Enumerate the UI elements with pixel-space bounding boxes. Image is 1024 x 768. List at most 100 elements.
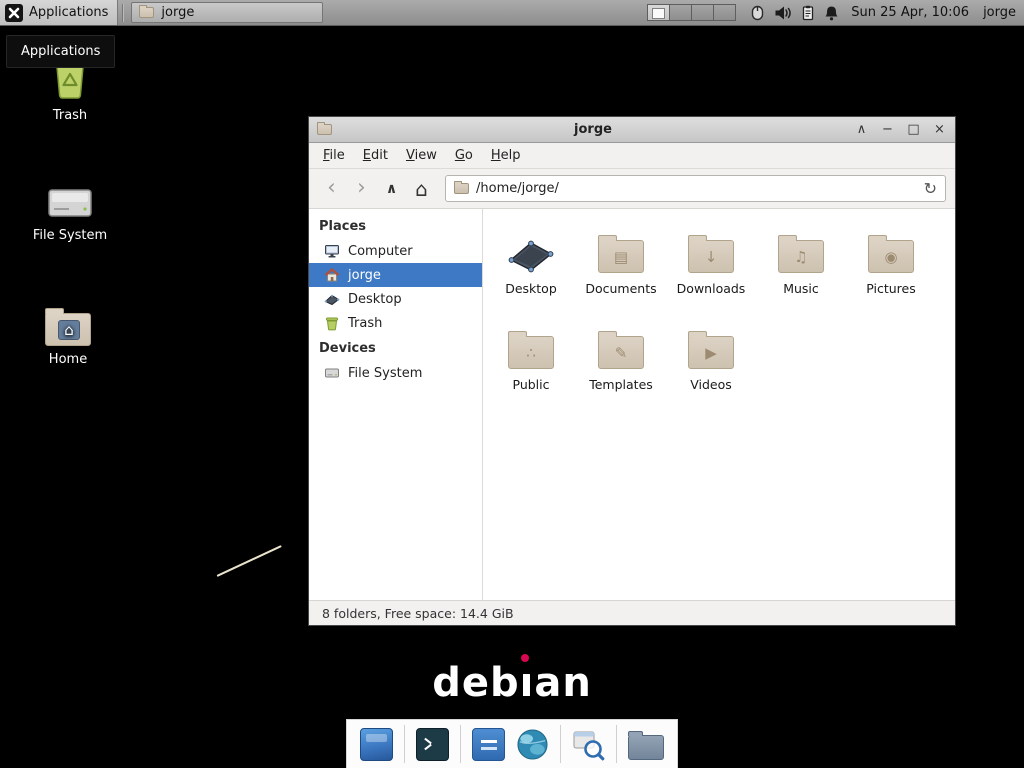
downloads-emblem-icon: ↓ <box>689 241 733 272</box>
videos-emblem-icon: ▶ <box>689 337 733 368</box>
panel-separator <box>122 4 123 22</box>
panel-clock[interactable]: Sun 25 Apr, 10:06 <box>851 5 969 20</box>
file-item-videos[interactable]: ▶ Videos <box>668 317 754 392</box>
dock-separator <box>560 725 561 763</box>
brand-text: an <box>534 660 591 706</box>
sidebar-header-devices: Devices <box>309 335 482 361</box>
menu-view[interactable]: View <box>397 145 446 166</box>
settings-launcher-icon[interactable] <box>472 728 505 761</box>
window-folder-icon <box>317 124 332 135</box>
sidebar-item-filesystem[interactable]: File System <box>309 361 482 385</box>
menu-go[interactable]: Go <box>446 145 482 166</box>
file-item-pictures[interactable]: ◉ Pictures <box>848 221 934 296</box>
window-body: Places Computer jorge <box>309 209 955 600</box>
trash-icon <box>324 315 340 331</box>
back-button[interactable]: ‹ <box>318 175 345 202</box>
location-input[interactable] <box>476 181 917 196</box>
workspace-3[interactable] <box>691 4 714 21</box>
statusbar: 8 folders, Free space: 14.4 GiB <box>309 600 955 625</box>
file-item-label: Videos <box>690 377 732 392</box>
window-titlebar[interactable]: jorge ∧ − □ × <box>309 117 955 143</box>
sidebar-item-label: jorge <box>348 268 381 283</box>
templates-emblem-icon: ✎ <box>599 337 643 368</box>
file-item-templates[interactable]: ✎ Templates <box>578 317 664 392</box>
workspace-4[interactable] <box>713 4 736 21</box>
volume-icon[interactable] <box>774 5 792 21</box>
applications-menu-icon <box>5 4 23 22</box>
documents-emblem-icon: ▤ <box>599 241 643 272</box>
system-tray <box>750 5 839 21</box>
documents-folder-icon: ▤ <box>598 240 644 273</box>
computer-icon <box>324 243 340 259</box>
terminal-launcher-icon[interactable] <box>416 728 449 761</box>
file-item-public[interactable]: ∴ Public <box>488 317 574 392</box>
panel-username: jorge <box>983 5 1016 20</box>
debian-wallpaper-logo: debıan <box>0 660 1024 706</box>
pointer-device-icon[interactable] <box>750 5 765 21</box>
window-title: jorge <box>338 122 848 137</box>
browser-launcher-icon[interactable] <box>516 728 549 761</box>
location-folder-icon <box>454 183 469 194</box>
menu-edit[interactable]: Edit <box>354 145 397 166</box>
bell-icon[interactable] <box>824 5 839 21</box>
sidebar-item-label: Computer <box>348 244 413 259</box>
sidebar-item-trash[interactable]: Trash <box>309 311 482 335</box>
brand-i: ı <box>520 660 535 706</box>
menu-file[interactable]: File <box>314 145 354 166</box>
file-item-music[interactable]: ♫ Music <box>758 221 844 296</box>
brand-i-glyph: ı <box>520 660 535 706</box>
dock-separator <box>460 725 461 763</box>
statusbar-text: 8 folders, Free space: 14.4 GiB <box>322 606 514 621</box>
sidebar-header-places: Places <box>309 213 482 239</box>
workspace-pager <box>648 4 736 21</box>
music-folder-icon: ♫ <box>778 240 824 273</box>
file-item-downloads[interactable]: ↓ Downloads <box>668 221 754 296</box>
applications-menu-button[interactable]: Applications <box>0 0 118 25</box>
desktop-icon <box>324 291 340 307</box>
pictures-folder-icon: ◉ <box>868 240 914 273</box>
file-manager-window: jorge ∧ − □ × File Edit View Go Help ‹ ›… <box>308 116 956 626</box>
public-folder-icon: ∴ <box>508 336 554 369</box>
debian-swirl-icon <box>521 654 529 662</box>
up-button[interactable]: ∧ <box>378 175 405 202</box>
sidebar-item-label: File System <box>348 366 422 381</box>
sidebar-item-desktop[interactable]: Desktop <box>309 287 482 311</box>
toolbar: ‹ › ∧ ⌂ ↻ <box>309 169 955 209</box>
home-icon <box>324 267 340 283</box>
desktop-icon <box>507 233 555 273</box>
home-folder-icon: ⌂ <box>45 313 91 346</box>
menu-help[interactable]: Help <box>482 145 530 166</box>
home-button[interactable]: ⌂ <box>408 175 435 202</box>
file-item-desktop[interactable]: Desktop <box>488 221 574 296</box>
desktop-icon-label: Home <box>23 352 113 367</box>
templates-folder-icon: ✎ <box>598 336 644 369</box>
top-panel: Applications jorge <box>0 0 1024 26</box>
sidebar-item-jorge[interactable]: jorge <box>309 263 482 287</box>
minimize-button[interactable]: − <box>880 121 895 139</box>
pictures-emblem-icon: ◉ <box>869 241 913 272</box>
desktop-icon-filesystem[interactable]: File System <box>25 172 115 243</box>
file-item-documents[interactable]: ▤ Documents <box>578 221 664 296</box>
workspace-1[interactable] <box>647 4 670 21</box>
sidebar-item-label: Desktop <box>348 292 402 307</box>
desktop-icon-home[interactable]: ⌂ Home <box>23 296 113 367</box>
taskbar-window-button[interactable]: jorge <box>131 2 323 23</box>
workspace-2[interactable] <box>669 4 692 21</box>
clipboard-icon[interactable] <box>801 5 815 21</box>
maximize-button[interactable]: □ <box>906 121 921 139</box>
sidebar-item-computer[interactable]: Computer <box>309 239 482 263</box>
videos-folder-icon: ▶ <box>688 336 734 369</box>
refresh-icon[interactable]: ↻ <box>924 179 937 198</box>
appfinder-launcher-icon[interactable] <box>572 728 605 761</box>
forward-button[interactable]: › <box>348 175 375 202</box>
sidebar: Places Computer jorge <box>309 209 483 600</box>
home-emblem-icon: ⌂ <box>58 320 80 340</box>
filemanager-launcher-icon[interactable] <box>628 735 664 760</box>
drive-icon <box>47 184 93 222</box>
music-emblem-icon: ♫ <box>779 241 823 272</box>
desktop-launcher-icon[interactable] <box>360 728 393 761</box>
shade-button[interactable]: ∧ <box>854 121 869 139</box>
brand-text: deb <box>432 660 519 706</box>
location-bar[interactable]: ↻ <box>445 175 946 202</box>
close-button[interactable]: × <box>932 121 947 139</box>
